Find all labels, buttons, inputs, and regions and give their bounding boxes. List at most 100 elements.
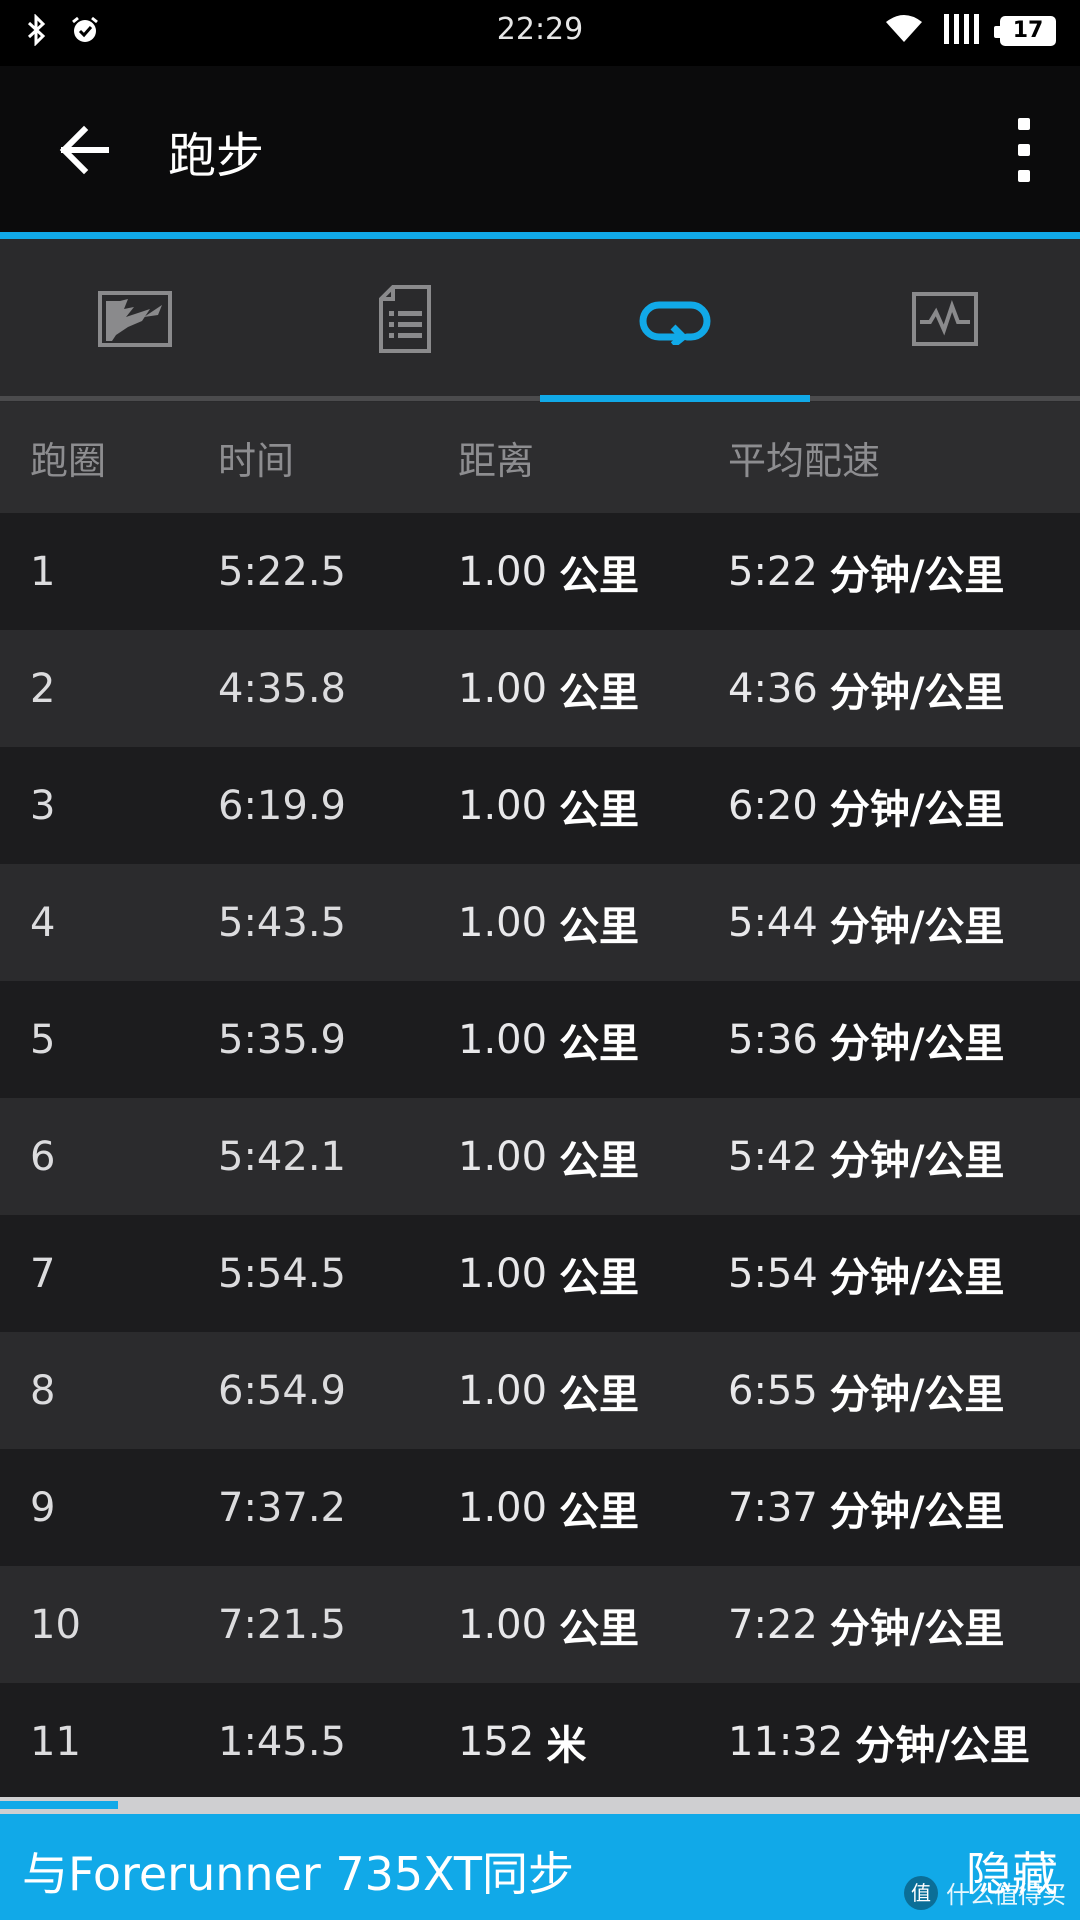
lap-time: 6:54.9 — [218, 1367, 346, 1414]
distance-unit: 公里 — [559, 786, 640, 833]
scroll-thumb[interactable] — [0, 1801, 118, 1809]
distance-unit: 米 — [546, 1722, 587, 1769]
more-options-icon[interactable] — [1012, 118, 1036, 182]
table-row[interactable]: 4 5:43.5 1.00 公里 5:44 分钟/公里 — [0, 864, 1080, 981]
chart-icon — [912, 291, 978, 350]
table-row[interactable]: 7 5:54.5 1.00 公里 5:54 分钟/公里 — [0, 1215, 1080, 1332]
lap-number: 2 — [30, 665, 56, 712]
tab-charts[interactable] — [810, 239, 1080, 402]
pace-value: 5:44 — [728, 899, 818, 946]
watermark-text: 什么值得买 — [946, 1881, 1066, 1909]
distance-value: 152 — [458, 1718, 535, 1765]
sync-message: 与Forerunner 735XT同步 — [22, 1847, 574, 1901]
lap-distance: 1.00 公里 — [458, 1098, 639, 1215]
battery-icon: 17 — [994, 16, 1056, 46]
header-distance: 距离 — [458, 439, 535, 483]
lap-avg-pace: 7:37 分钟/公里 — [728, 1449, 1004, 1566]
distance-unit: 公里 — [559, 669, 640, 716]
watermark: 值 什么值得买 — [904, 1875, 1066, 1910]
distance-unit: 公里 — [559, 1020, 640, 1067]
lap-distance: 152 米 — [458, 1683, 586, 1800]
table-row[interactable]: 5 5:35.9 1.00 公里 5:36 分钟/公里 — [0, 981, 1080, 1098]
table-row[interactable]: 2 4:35.8 1.00 公里 4:36 分钟/公里 — [0, 630, 1080, 747]
scroll-track[interactable] — [0, 1797, 1080, 1814]
tab-laps[interactable] — [540, 239, 810, 402]
header-time: 时间 — [218, 439, 295, 483]
pace-unit: 分钟/公里 — [829, 1488, 1005, 1535]
pace-unit: 分钟/公里 — [829, 552, 1005, 599]
lap-distance: 1.00 公里 — [458, 864, 639, 981]
lap-distance: 1.00 公里 — [458, 1332, 639, 1449]
pace-value: 5:54 — [728, 1250, 818, 1297]
lap-number: 4 — [30, 899, 56, 946]
pace-unit: 分钟/公里 — [855, 1722, 1030, 1769]
table-row[interactable]: 11 1:45.5 152 米 11:32 分钟/公里 — [0, 1683, 1080, 1800]
lap-distance: 1.00 公里 — [458, 1215, 639, 1332]
lap-number: 10 — [30, 1601, 81, 1648]
pace-unit: 分钟/公里 — [829, 1371, 1005, 1418]
lap-avg-pace: 5:22 分钟/公里 — [728, 513, 1004, 630]
lap-number: 6 — [30, 1133, 56, 1180]
distance-unit: 公里 — [559, 1254, 640, 1301]
pace-value: 5:36 — [728, 1016, 818, 1063]
app-bar: 跑步 — [0, 66, 1080, 234]
laps-loop-icon — [639, 293, 711, 349]
distance-unit: 公里 — [559, 903, 640, 950]
signal-icon — [944, 14, 980, 48]
table-row[interactable]: 10 7:21.5 1.00 公里 7:22 分钟/公里 — [0, 1566, 1080, 1683]
lap-distance: 1.00 公里 — [458, 1566, 639, 1683]
pace-unit: 分钟/公里 — [829, 786, 1005, 833]
lap-distance: 1.00 公里 — [458, 513, 639, 630]
lap-distance: 1.00 公里 — [458, 1449, 639, 1566]
table-row[interactable]: 1 5:22.5 1.00 公里 5:22 分钟/公里 — [0, 513, 1080, 630]
lap-time: 7:21.5 — [218, 1601, 346, 1648]
lap-time: 5:54.5 — [218, 1250, 346, 1297]
distance-value: 1.00 — [458, 782, 548, 829]
lap-time: 6:19.9 — [218, 782, 346, 829]
distance-value: 1.00 — [458, 1367, 548, 1414]
distance-value: 1.00 — [458, 548, 548, 595]
lap-time: 5:43.5 — [218, 899, 346, 946]
pace-unit: 分钟/公里 — [829, 1137, 1005, 1184]
distance-unit: 公里 — [559, 1605, 640, 1652]
table-row[interactable]: 3 6:19.9 1.00 公里 6:20 分钟/公里 — [0, 747, 1080, 864]
tab-map[interactable] — [0, 239, 270, 402]
pace-unit: 分钟/公里 — [829, 903, 1005, 950]
map-icon — [98, 290, 172, 351]
back-arrow-icon[interactable] — [54, 118, 118, 182]
lap-time: 1:45.5 — [218, 1718, 346, 1765]
pace-value: 6:20 — [728, 782, 818, 829]
lap-avg-pace: 5:54 分钟/公里 — [728, 1215, 1004, 1332]
lap-distance: 1.00 公里 — [458, 747, 639, 864]
pace-value: 6:55 — [728, 1367, 818, 1414]
laps-table-body: 1 5:22.5 1.00 公里 5:22 分钟/公里 2 4:35.8 1.00 公… — [0, 513, 1080, 1800]
lap-number: 7 — [30, 1250, 56, 1297]
accent-divider — [0, 232, 1080, 239]
distance-unit: 公里 — [559, 552, 640, 599]
table-row[interactable]: 8 6:54.9 1.00 公里 6:55 分钟/公里 — [0, 1332, 1080, 1449]
lap-avg-pace: 7:22 分钟/公里 — [728, 1566, 1004, 1683]
lap-avg-pace: 6:20 分钟/公里 — [728, 747, 1004, 864]
pace-unit: 分钟/公里 — [829, 669, 1005, 716]
lap-time: 7:37.2 — [218, 1484, 346, 1531]
table-row[interactable]: 9 7:37.2 1.00 公里 7:37 分钟/公里 — [0, 1449, 1080, 1566]
distance-value: 1.00 — [458, 1601, 548, 1648]
lap-avg-pace: 6:55 分钟/公里 — [728, 1332, 1004, 1449]
lap-time: 4:35.8 — [218, 665, 346, 712]
lap-time: 5:42.1 — [218, 1133, 346, 1180]
distance-value: 1.00 — [458, 1016, 548, 1063]
lap-time: 5:22.5 — [218, 548, 346, 595]
pace-value: 7:37 — [728, 1484, 818, 1531]
distance-value: 1.00 — [458, 1250, 548, 1297]
tab-details[interactable] — [270, 239, 540, 402]
distance-unit: 公里 — [559, 1488, 640, 1535]
distance-value: 1.00 — [458, 665, 548, 712]
page-title: 跑步 — [168, 128, 265, 184]
pace-value: 4:36 — [728, 665, 818, 712]
lap-number: 8 — [30, 1367, 56, 1414]
pace-unit: 分钟/公里 — [829, 1254, 1005, 1301]
table-row[interactable]: 6 5:42.1 1.00 公里 5:42 分钟/公里 — [0, 1098, 1080, 1215]
laps-table-header: 跑圈 时间 距离 平均配速 — [0, 402, 1080, 513]
lap-number: 5 — [30, 1016, 56, 1063]
distance-value: 1.00 — [458, 899, 548, 946]
